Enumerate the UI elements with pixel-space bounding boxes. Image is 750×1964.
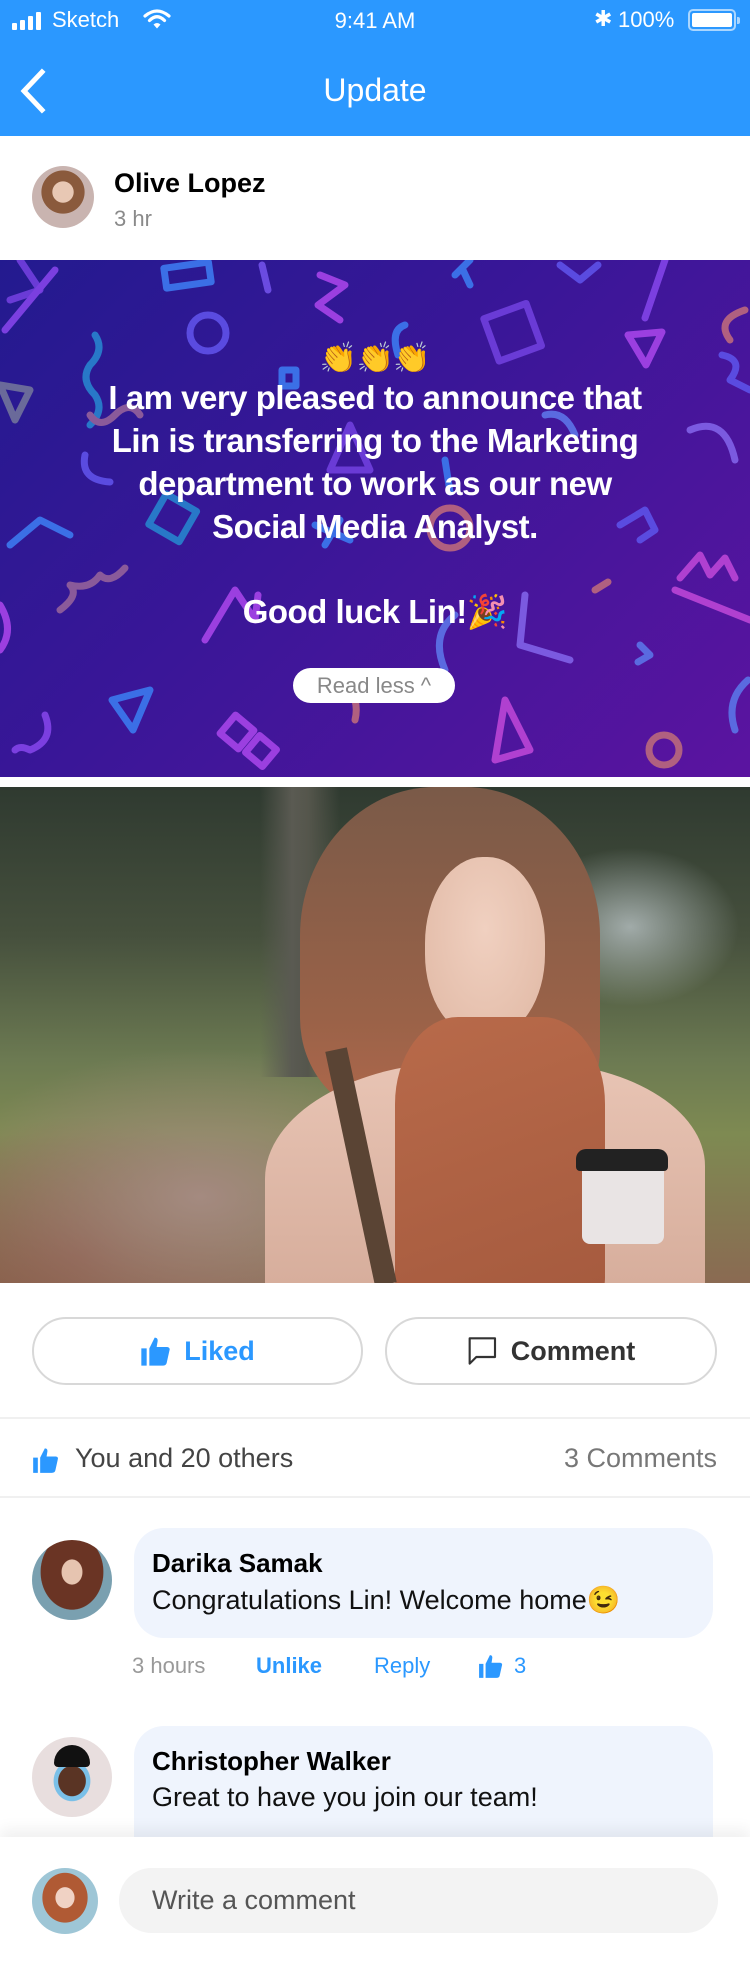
reactions-summary: You and 20 others 3 Comments bbox=[0, 1420, 750, 1496]
comments-count[interactable]: 3 Comments bbox=[564, 1443, 717, 1474]
unlike-button[interactable]: Unlike bbox=[256, 1653, 322, 1679]
status-bar: Sketch 9:41 AM ✱ 100% bbox=[0, 0, 750, 40]
announcement-banner: 👏👏👏 I am very pleased to announce that L… bbox=[0, 260, 750, 777]
commenter-avatar[interactable] bbox=[32, 1540, 112, 1620]
speech-bubble-icon bbox=[468, 1337, 496, 1365]
like-label: Liked bbox=[184, 1335, 255, 1366]
clap-emoji: 👏👏👏 bbox=[319, 342, 431, 375]
reply-button[interactable]: Reply bbox=[374, 1653, 430, 1679]
thumbs-up-icon bbox=[33, 1448, 58, 1473]
closing-line: Good luck Lin!🎉 bbox=[242, 593, 508, 630]
comment-button[interactable]: Comment bbox=[385, 1317, 717, 1385]
page-title: Update bbox=[323, 72, 427, 108]
like-button[interactable]: Liked bbox=[32, 1317, 363, 1385]
commenter-name[interactable]: Darika Samak bbox=[152, 1548, 323, 1579]
photo-subject-scarf bbox=[395, 1017, 605, 1283]
comment-time: 3 hours bbox=[132, 1653, 206, 1678]
announcement-line: Social Media Analyst. bbox=[212, 508, 538, 545]
likes-count[interactable]: You and 20 others bbox=[75, 1443, 293, 1474]
bluetooth-icon: ✱ bbox=[594, 6, 613, 31]
divider bbox=[0, 1417, 750, 1419]
author-name[interactable]: Olive Lopez bbox=[114, 168, 266, 199]
post-photo[interactable] bbox=[0, 787, 750, 1283]
comment-composer bbox=[0, 1837, 750, 1964]
announcement-line: I am very pleased to announce that bbox=[108, 379, 642, 416]
comment-text: Great to have you join our team! bbox=[152, 1782, 538, 1812]
photo-subject-face bbox=[425, 857, 545, 1037]
battery-icon bbox=[688, 9, 740, 31]
battery-percent: 100% bbox=[618, 7, 675, 32]
comment-bubble: Darika Samak Congratulations Lin! Welcom… bbox=[134, 1528, 713, 1638]
author-avatar[interactable] bbox=[32, 166, 94, 228]
post-time: 3 hr bbox=[114, 206, 152, 231]
comment-likes[interactable]: 3 bbox=[478, 1653, 526, 1679]
announcement-line: department to work as our new bbox=[138, 465, 612, 502]
commenter-name[interactable]: Christopher Walker bbox=[152, 1746, 391, 1777]
thumbs-up-icon bbox=[479, 1655, 503, 1678]
comment-like-count: 3 bbox=[514, 1653, 527, 1678]
photo-coffee-lid bbox=[576, 1149, 668, 1171]
divider bbox=[0, 1496, 750, 1498]
navigation-bar: Sketch 9:41 AM ✱ 100% Update bbox=[0, 0, 750, 136]
announcement-text: 👏👏👏 I am very pleased to announce that L… bbox=[40, 342, 710, 633]
announcement-line: Lin is transferring to the Marketing bbox=[111, 422, 639, 459]
comment-input[interactable] bbox=[119, 1868, 718, 1933]
comment-label: Comment bbox=[510, 1335, 636, 1366]
current-user-avatar bbox=[32, 1868, 98, 1934]
comment-text: Congratulations Lin! Welcome home😉 bbox=[152, 1585, 621, 1615]
read-less-button[interactable]: Read less ^ bbox=[293, 668, 455, 703]
photo-coffee-cup bbox=[582, 1159, 664, 1244]
thumbs-up-icon bbox=[141, 1337, 170, 1366]
commenter-avatar[interactable] bbox=[32, 1737, 112, 1817]
